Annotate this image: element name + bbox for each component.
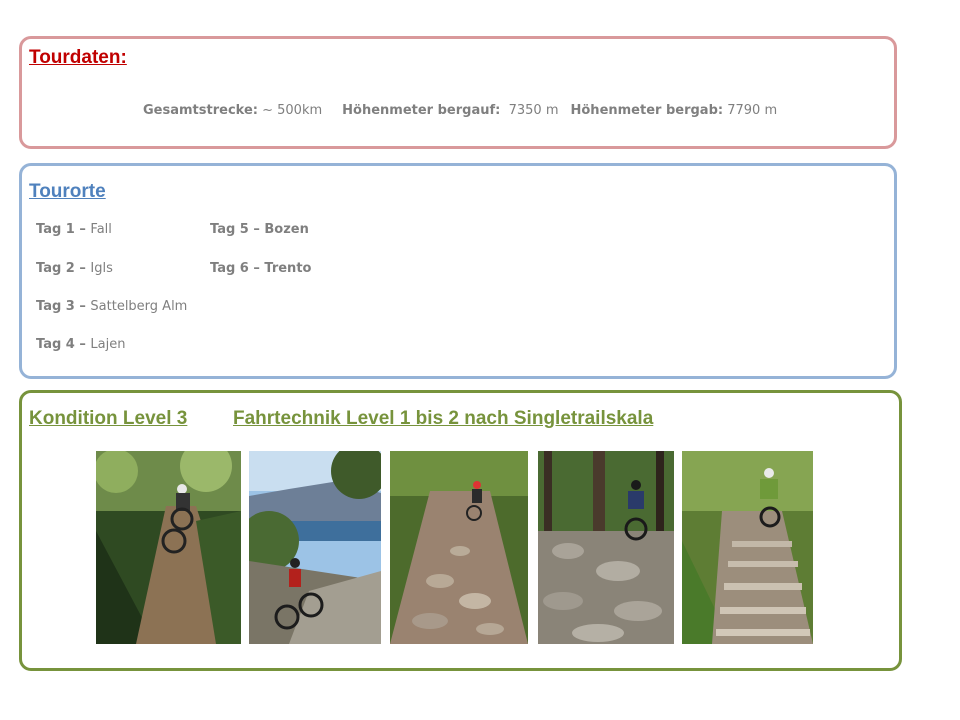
tag-6-label: Tag 6 – Trento: [210, 261, 312, 276]
tourorte-box: Tourorte Tag 1 – Fall Tag 2 – Igls Tag 3…: [19, 163, 897, 379]
photo-lake-view: [249, 451, 381, 644]
tag-4-place: Lajen: [90, 337, 126, 352]
tag-2: Tag 2 – Igls: [36, 261, 113, 276]
photo-forest-trail: [96, 451, 241, 644]
tag-3-label: Tag 3 –: [36, 299, 91, 314]
tag-5-label: Tag 5 – Bozen: [210, 222, 309, 237]
tag-4-label: Tag 4 –: [36, 337, 91, 352]
bergauf-label: Höhenmeter bergauf:: [342, 103, 501, 118]
tag-3-place: Sattelberg Alm: [90, 299, 188, 314]
photo-stone-path: [538, 451, 674, 644]
photo-rocky-trail: [390, 451, 528, 644]
bergab-value: 7790 m: [727, 103, 778, 118]
tag-4: Tag 4 – Lajen: [36, 337, 125, 352]
tourorte-heading: Tourorte: [29, 181, 106, 202]
tag-2-label: Tag 2 –: [36, 261, 91, 276]
tour-stats: Gesamtstrecke: ~ 500km Höhenmeter bergauf…: [143, 103, 777, 118]
tag-1: Tag 1 – Fall: [36, 222, 112, 237]
bergab-label: Höhenmeter bergab:: [570, 103, 724, 118]
tourdaten-heading: Tourdaten:: [29, 47, 127, 68]
level-box: Kondition Level 3 Fahrtechnik Level 1 bi…: [19, 390, 902, 671]
page: Tourdaten: Gesamtstrecke: ~ 500km Höhenme…: [0, 0, 960, 720]
tag-1-label: Tag 1 –: [36, 222, 91, 237]
tourdaten-box: Tourdaten: Gesamtstrecke: ~ 500km Höhenme…: [19, 36, 897, 149]
tag-6: Tag 6 – Trento: [210, 261, 311, 276]
tag-5: Tag 5 – Bozen: [210, 222, 309, 237]
gesamtstrecke-label: Gesamtstrecke:: [143, 103, 258, 118]
bergauf-value: 7350 m: [508, 103, 559, 118]
tag-2-place: Igls: [90, 261, 113, 276]
tag-3: Tag 3 – Sattelberg Alm: [36, 299, 187, 314]
fahrtechnik-heading: Fahrtechnik Level 1 bis 2 nach Singletra…: [233, 408, 654, 429]
tag-1-place: Fall: [90, 222, 112, 237]
gesamtstrecke-value: ~ 500km: [257, 103, 323, 118]
kondition-heading: Kondition Level 3: [29, 408, 188, 429]
photo-stairs-trail: [682, 451, 813, 644]
